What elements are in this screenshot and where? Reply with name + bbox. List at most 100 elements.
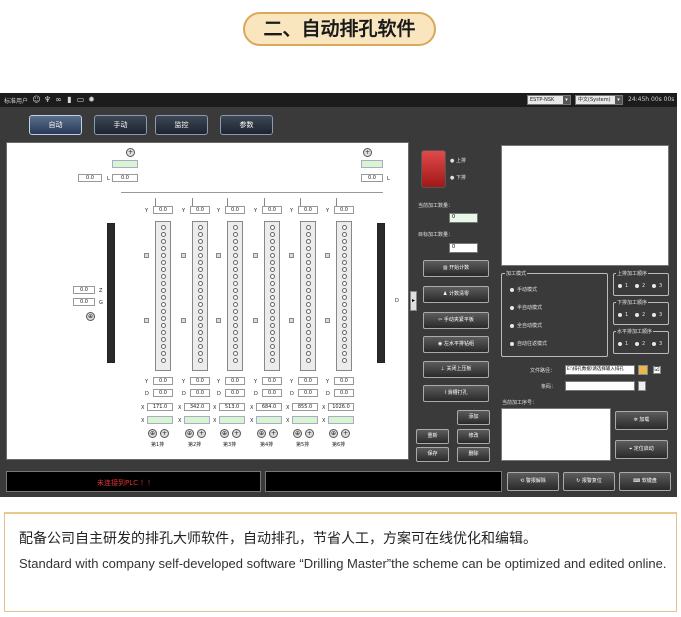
reset-row-icon[interactable]: ⊕ (148, 429, 157, 438)
barcode-field[interactable] (565, 381, 635, 391)
y-bottom-value-1[interactable]: 0.0 (153, 377, 173, 385)
y-bottom-value-4[interactable]: 0.0 (262, 377, 282, 385)
alarm-clear-button[interactable]: ⟲ 警报解除 (507, 472, 559, 491)
z-value[interactable]: 0.0 (73, 286, 95, 294)
x-green-field[interactable] (219, 416, 245, 424)
tab-manual[interactable]: 手动 (94, 115, 147, 135)
tab-params[interactable]: 参数 (220, 115, 273, 135)
d-value-4[interactable]: 0.0 (262, 389, 282, 397)
add-top-left-icon[interactable]: + (126, 148, 135, 157)
link-icon[interactable]: ∞ (54, 95, 63, 104)
reset-row-icon[interactable]: ⊕ (257, 429, 266, 438)
d-value-6[interactable]: 0.0 (334, 389, 354, 397)
add-row-icon[interactable]: + (305, 429, 314, 438)
top-left-value-2[interactable]: 0.0 (112, 174, 138, 182)
order-option[interactable]: 2 (635, 341, 645, 347)
x-green-field[interactable] (256, 416, 282, 424)
phone-icon[interactable]: ▮ (65, 95, 74, 104)
alarm-reset-button[interactable]: ↻ 报警复位 (563, 472, 615, 491)
order-option[interactable]: 2 (635, 312, 645, 318)
add-row-icon[interactable]: + (232, 429, 241, 438)
current-count-field[interactable]: 0 (449, 213, 478, 223)
order-option[interactable]: 1 (618, 283, 628, 289)
keyboard-button[interactable]: ⌨ 软键盘 (619, 472, 671, 491)
x-value-6[interactable]: 1026.0 (328, 403, 354, 411)
drill-column-6[interactable] (336, 221, 352, 371)
user-icon[interactable]: ☺ (32, 95, 41, 104)
x-value-3[interactable]: 513.0 (219, 403, 245, 411)
drill-column-2[interactable] (192, 221, 208, 371)
locate-button[interactable]: ⌖ 定位启动 (615, 440, 668, 459)
mode-full[interactable]: 全自动模式 (510, 322, 542, 329)
y-top-value-3[interactable]: 0.0 (225, 206, 245, 214)
action-button-4[interactable]: ◉ 左水平排钻组 (423, 336, 489, 353)
device-select[interactable]: ESTP-NSK ▾ (527, 95, 571, 105)
x-value-2[interactable]: 342.0 (184, 403, 210, 411)
x-value-5[interactable]: 855.0 (292, 403, 318, 411)
redo-button[interactable]: 重新 (416, 429, 449, 444)
folder-icon[interactable] (638, 365, 648, 375)
drill-column-5[interactable] (300, 221, 316, 371)
file-path-field[interactable]: E:\排孔数据\请选择输入排孔 (565, 365, 635, 375)
top-right-value[interactable]: 0.0 (361, 174, 383, 182)
order-option[interactable]: 1 (618, 341, 628, 347)
reset-left-icon[interactable]: ⊕ (86, 312, 95, 321)
order-option[interactable]: 3 (652, 312, 662, 318)
y-top-value-2[interactable]: 0.0 (190, 206, 210, 214)
action-button-2[interactable]: ♟ 计数清零 (423, 286, 489, 303)
y-bottom-value-2[interactable]: 0.0 (190, 377, 210, 385)
drill-column-3[interactable] (227, 221, 243, 371)
target-count-field[interactable]: 0 (449, 243, 478, 253)
tab-monitor[interactable]: 监控 (155, 115, 208, 135)
x-green-field[interactable] (292, 416, 318, 424)
add-row-icon[interactable]: + (341, 429, 350, 438)
x-green-field[interactable] (184, 416, 210, 424)
d-value-2[interactable]: 0.0 (190, 389, 210, 397)
x-green-field[interactable] (328, 416, 354, 424)
y-top-value-4[interactable]: 0.0 (262, 206, 282, 214)
reset-row-icon[interactable]: ⊕ (220, 429, 229, 438)
order-option[interactable]: 1 (618, 312, 628, 318)
reset-row-icon[interactable]: ⊕ (185, 429, 194, 438)
top-right-green-field[interactable] (361, 160, 383, 168)
add-row-icon[interactable]: + (269, 429, 278, 438)
drill-column-1[interactable] (155, 221, 171, 371)
action-button-3[interactable]: ⇦ 手动夹紧平板 (423, 312, 489, 329)
d-value-3[interactable]: 0.0 (225, 389, 245, 397)
d-value-5[interactable]: 0.0 (298, 389, 318, 397)
delete-button[interactable]: 删除 (457, 447, 490, 462)
top-left-green-field[interactable] (112, 160, 138, 168)
d-value-1[interactable]: 0.0 (153, 389, 173, 397)
add-top-right-icon[interactable]: + (363, 148, 372, 157)
wifi-icon[interactable]: ♆ (43, 95, 52, 104)
add-row-icon[interactable]: + (160, 429, 169, 438)
monitor-icon[interactable]: ▭ (76, 95, 85, 104)
add-button[interactable]: 添加 (457, 410, 490, 425)
clipboard-icon[interactable] (638, 381, 646, 391)
g-value[interactable]: 0.0 (73, 298, 95, 306)
language-select[interactable]: 中文(System) ▾ (575, 95, 623, 105)
mode-semi[interactable]: 半自动模式 (510, 304, 542, 311)
y-top-value-5[interactable]: 0.0 (298, 206, 318, 214)
y-bottom-value-6[interactable]: 0.0 (334, 377, 354, 385)
add-row-icon[interactable]: + (197, 429, 206, 438)
top-left-value-1[interactable]: 0.0 (78, 174, 102, 182)
reset-row-icon[interactable]: ⊕ (293, 429, 302, 438)
y-bottom-value-3[interactable]: 0.0 (225, 377, 245, 385)
checkbox-icon[interactable]: ☑ (653, 366, 661, 374)
mode-return[interactable]: 自动往返模式 (510, 340, 547, 347)
y-top-value-6[interactable]: 0.0 (334, 206, 354, 214)
expand-arrow-icon[interactable]: ▸ (410, 291, 417, 311)
action-button-5[interactable]: ⊥ 关闭上压板 (423, 361, 489, 378)
tab-auto[interactable]: 自动 (29, 115, 82, 135)
mode-manual[interactable]: 手动模式 (510, 286, 537, 293)
action-button-1[interactable]: ▥ 开始计数 (423, 260, 489, 277)
order-option[interactable]: 2 (635, 283, 645, 289)
y-bottom-value-5[interactable]: 0.0 (298, 377, 318, 385)
x-value-1[interactable]: 171.0 (147, 403, 173, 411)
order-option[interactable]: 3 (652, 283, 662, 289)
load-button[interactable]: ✲ 加载 (615, 411, 668, 430)
action-button-6[interactable]: I 滑槽打孔 (423, 385, 489, 402)
x-green-field[interactable] (147, 416, 173, 424)
save-button[interactable]: 保存 (416, 447, 449, 462)
